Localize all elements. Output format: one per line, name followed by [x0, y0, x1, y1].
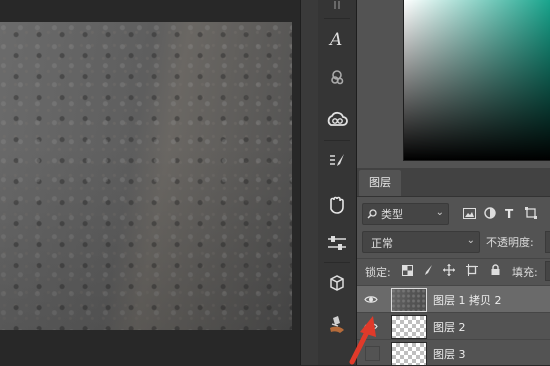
layer-name[interactable]: 图层 1 拷贝 2 — [433, 292, 502, 308]
blend-mode-select[interactable]: 正常 ⌄ — [362, 231, 480, 253]
layer-thumbnail[interactable] — [391, 315, 427, 339]
opacity-label: 不透明度: — [486, 236, 534, 249]
concrete-texture-image[interactable] — [0, 22, 292, 330]
lock-position-icon[interactable] — [441, 262, 457, 278]
layer-filter-row: 类型 ⌄ T — [357, 203, 550, 225]
red-annotation-arrow — [349, 316, 376, 365]
3d-object-icon[interactable] — [322, 268, 352, 298]
layer-thumbnail[interactable] — [391, 342, 427, 366]
panel-divider[interactable] — [300, 0, 320, 365]
color-picker-field[interactable] — [403, 0, 550, 161]
lock-row: 锁定: 填充: — [357, 258, 550, 281]
glyph-hand-icon[interactable] — [322, 190, 352, 220]
shape-filter-icon[interactable] — [522, 204, 540, 222]
panel-tabbar: 图层 — [357, 168, 550, 197]
blend-mode-value: 正常 — [371, 237, 393, 250]
blend-row: 正常 ⌄ 不透明度: — [357, 231, 550, 253]
paragraph-style-icon[interactable] — [322, 62, 352, 92]
creative-cloud-icon[interactable] — [322, 105, 352, 135]
document-canvas-area[interactable] — [0, 0, 300, 365]
search-icon — [367, 209, 377, 219]
adjustments-icon[interactable] — [322, 228, 352, 258]
grip-icon[interactable] — [322, 0, 352, 12]
character-icon[interactable]: A — [322, 24, 352, 54]
adjustment-filter-icon[interactable] — [481, 204, 499, 222]
chevron-down-icon: ⌄ — [435, 207, 444, 218]
fill-label: 填充: — [512, 266, 538, 279]
fill-input[interactable] — [545, 261, 550, 281]
image-filter-icon[interactable] — [460, 204, 478, 222]
text-filter-icon[interactable]: T — [501, 204, 519, 222]
lock-label: 锁定: — [365, 266, 391, 279]
eye-icon[interactable] — [357, 286, 385, 312]
filter-kind-label: 类型 — [381, 208, 403, 221]
svg-text:A: A — [328, 30, 342, 49]
tab-layers[interactable]: 图层 — [359, 170, 401, 196]
layer-thumbnail[interactable] — [391, 288, 427, 312]
filter-kind-select[interactable]: 类型 ⌄ — [362, 203, 449, 225]
lock-pixels-icon[interactable] — [420, 262, 436, 278]
chevron-down-icon: ⌄ — [466, 235, 475, 246]
lock-transparency-icon[interactable] — [399, 262, 415, 278]
lock-all-icon[interactable] — [487, 262, 503, 278]
lock-artboard-icon[interactable] — [464, 262, 480, 278]
brush-settings-icon[interactable] — [322, 146, 352, 176]
layer-row[interactable]: 图层 1 拷贝 2 — [357, 285, 550, 312]
layer-name[interactable]: 图层 3 — [433, 346, 466, 362]
opacity-input[interactable] — [545, 231, 550, 253]
panel-icon-strip: A — [318, 0, 357, 365]
layer-name[interactable]: 图层 2 — [433, 319, 466, 335]
svg-text:T: T — [505, 207, 514, 219]
